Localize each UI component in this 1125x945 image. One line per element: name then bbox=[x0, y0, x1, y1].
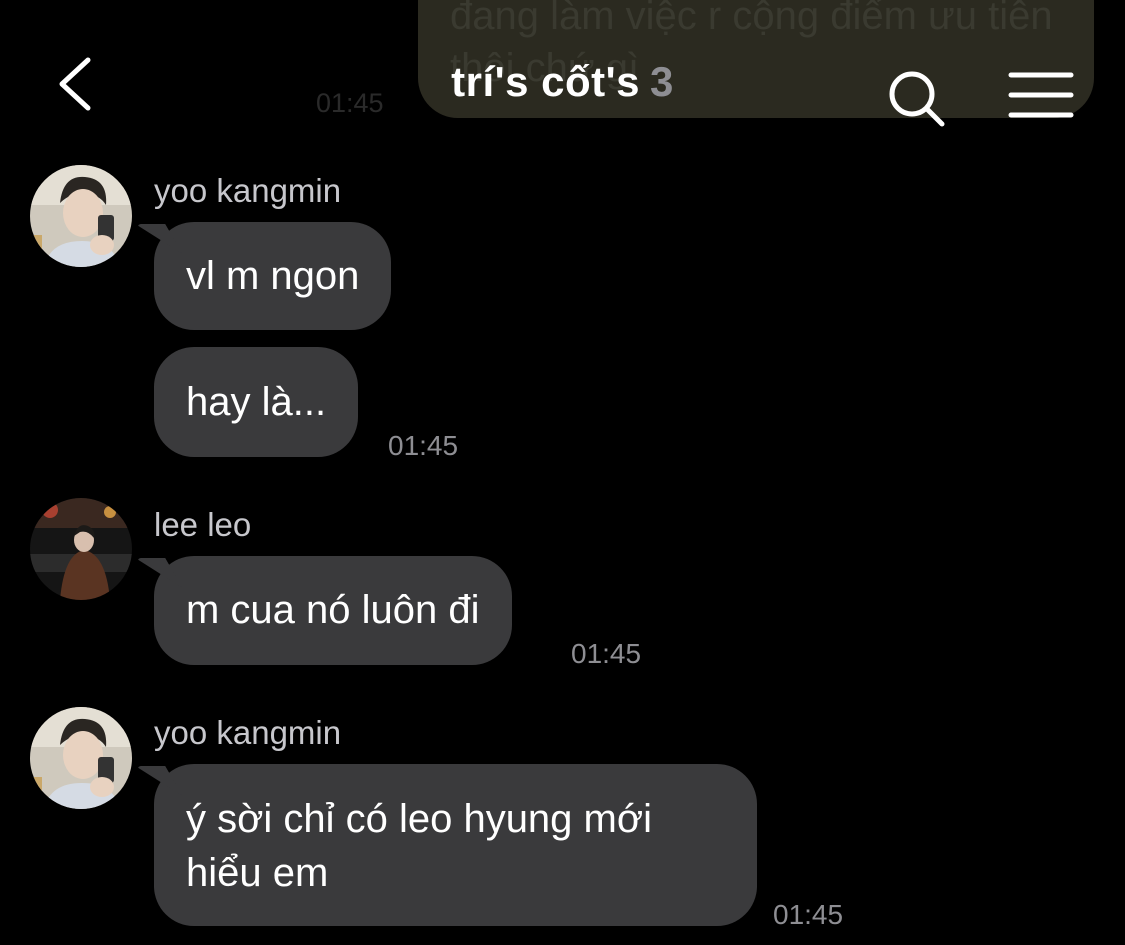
search-icon bbox=[889, 71, 945, 127]
previous-message-bubble: đang làm việc r cộng điểm ưu tiên thôi c… bbox=[418, 0, 1094, 118]
message-text: vl m ngon bbox=[186, 254, 360, 298]
message-bubble[interactable]: hay là... bbox=[154, 347, 359, 457]
chat-header: đang làm việc r cộng điểm ưu tiên thôi c… bbox=[0, 0, 1125, 150]
message-time: 01:45 bbox=[388, 430, 459, 461]
message-bubble[interactable]: m cua nó luôn đi bbox=[154, 556, 512, 665]
previous-message-time: 01:45 bbox=[316, 88, 384, 118]
avatar[interactable] bbox=[30, 498, 132, 600]
avatar[interactable] bbox=[30, 165, 132, 267]
message-time: 01:45 bbox=[773, 899, 844, 930]
previous-message-text: đang làm việc r cộng điểm ưu tiên thôi c… bbox=[450, 0, 1064, 90]
message-bubble[interactable]: ý sời chỉ có leo hyung mới hiểu em bbox=[154, 764, 757, 926]
search-button[interactable] bbox=[884, 66, 948, 130]
avatar[interactable] bbox=[30, 707, 132, 809]
sender-name: yoo kangmin bbox=[154, 172, 342, 209]
menu-icon bbox=[1008, 72, 1074, 118]
message-text: m cua nó luôn đi bbox=[186, 588, 480, 632]
message-text: ý sời chỉ có leo hyung mới hiểu em bbox=[186, 797, 652, 895]
sender-name: lee leo bbox=[154, 506, 252, 543]
chevron-left-icon bbox=[59, 57, 91, 111]
menu-button[interactable] bbox=[1008, 70, 1074, 120]
message-text: hay là... bbox=[186, 380, 327, 424]
back-button[interactable] bbox=[50, 52, 110, 116]
sender-name: yoo kangmin bbox=[154, 714, 342, 751]
message-time: 01:45 bbox=[571, 638, 642, 669]
message-bubble[interactable]: vl m ngon bbox=[154, 222, 392, 330]
